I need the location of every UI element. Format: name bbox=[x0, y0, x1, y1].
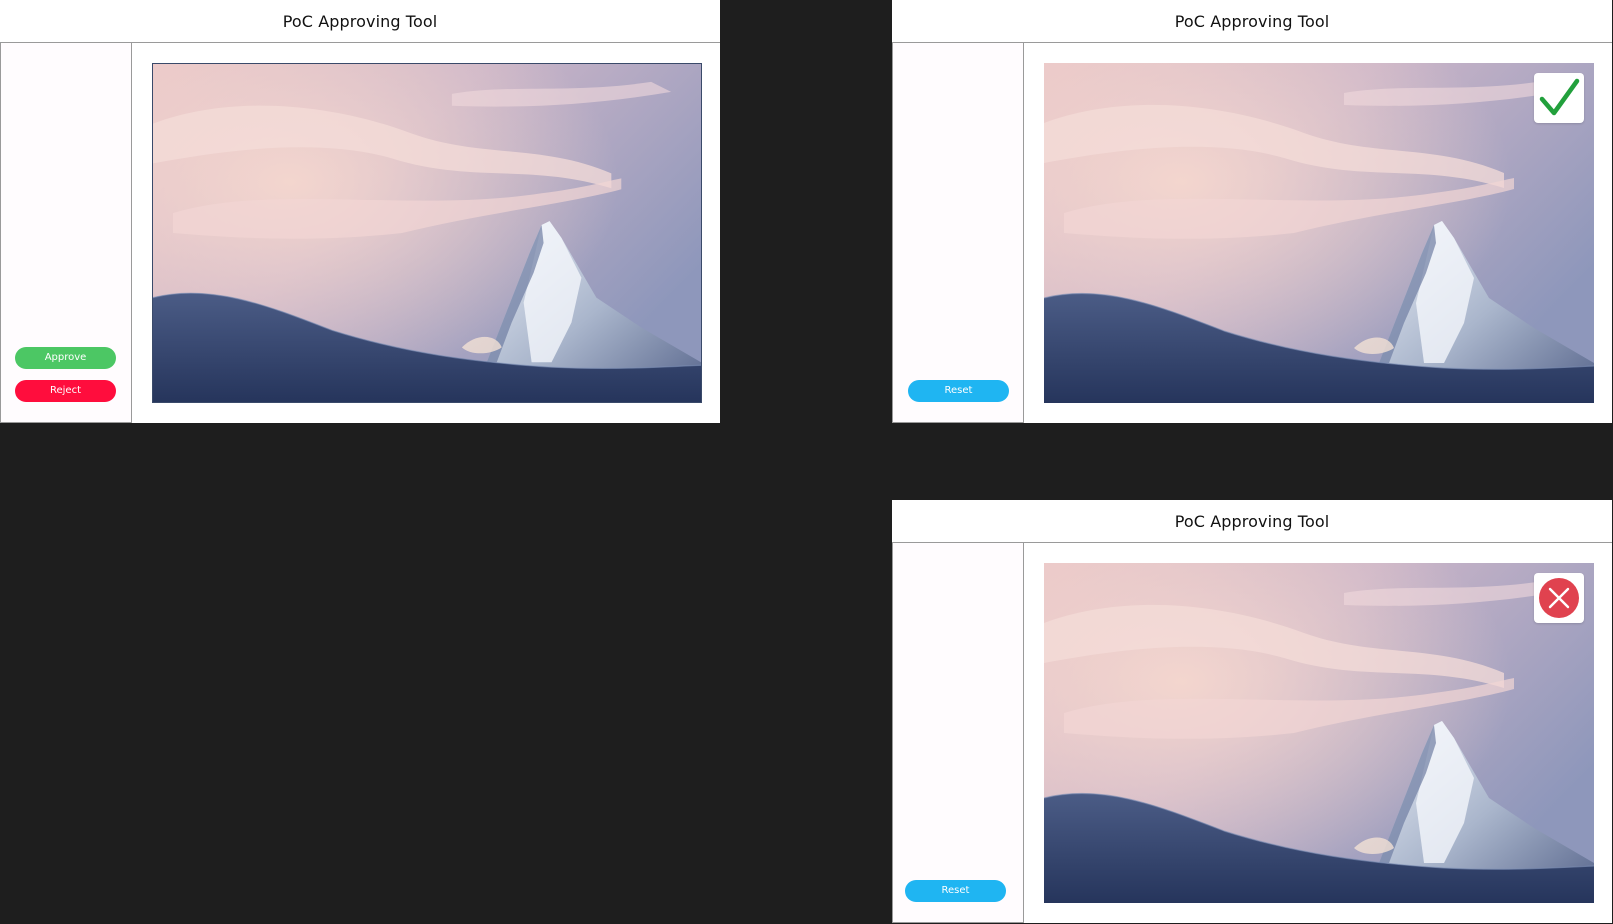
x-circle-icon bbox=[1539, 578, 1579, 618]
image-panel bbox=[1024, 543, 1612, 923]
reset-button[interactable]: Reset bbox=[908, 380, 1009, 402]
reset-button[interactable]: Reset bbox=[905, 880, 1006, 902]
review-image bbox=[1044, 563, 1594, 903]
action-sidebar: Reset bbox=[892, 543, 1024, 923]
checkmark-icon bbox=[1539, 78, 1580, 116]
reject-button[interactable]: Reject bbox=[15, 380, 116, 402]
page-title: PoC Approving Tool bbox=[1174, 12, 1330, 31]
rejected-status-badge bbox=[1534, 573, 1584, 623]
window-header: PoC Approving Tool bbox=[0, 0, 720, 43]
window-header: PoC Approving Tool bbox=[892, 500, 1612, 543]
page-title: PoC Approving Tool bbox=[1174, 512, 1330, 531]
image-panel bbox=[1024, 43, 1612, 423]
tool-window-pending: PoC Approving Tool Approve Reject bbox=[0, 0, 720, 423]
review-image bbox=[152, 63, 702, 403]
tool-window-rejected: PoC Approving Tool Reset bbox=[892, 500, 1612, 923]
window-header: PoC Approving Tool bbox=[892, 0, 1612, 43]
action-sidebar: Approve Reject bbox=[0, 43, 132, 423]
page-title: PoC Approving Tool bbox=[282, 12, 438, 31]
approved-status-badge bbox=[1534, 73, 1584, 123]
image-panel bbox=[132, 43, 720, 423]
review-image bbox=[1044, 63, 1594, 403]
action-sidebar: Reset bbox=[892, 43, 1024, 423]
tool-window-approved: PoC Approving Tool Reset bbox=[892, 0, 1612, 423]
approve-button[interactable]: Approve bbox=[15, 347, 116, 369]
